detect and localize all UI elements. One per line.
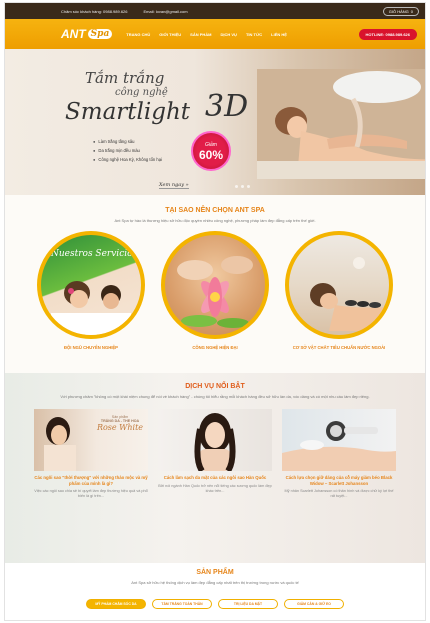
menu: TRANG CHỦ GIỚI THIỆU SẢN PHẨM DỊCH VỤ TI… [126, 32, 287, 37]
cart-label: GIỎ HÀNG [388, 8, 409, 14]
why-item[interactable]: Nuestros Servicios ĐỘI NGŨ CHUYÊN NGHIỆP [34, 231, 148, 350]
banner-feature: Công nghệ Hoa Kỳ, Không tổn hại [93, 155, 162, 164]
service-card-desc: Việc các ngôi sao chia sẻ bí quyết làm đ… [34, 489, 148, 498]
hero-banner[interactable]: Tắm trắng công nghệ Smartlight 3D Làm tr… [5, 49, 425, 195]
banner-line3: Smartlight [65, 99, 191, 125]
products-section: SẢN PHẨM Ant Spa sở hữu hệ thống dịch vụ… [5, 563, 425, 620]
services-subtitle: Với phương châm "không có một khái niệm … [60, 394, 370, 399]
team-image: Nuestros Servicios [37, 231, 145, 339]
why-title: TẠI SAO NÊN CHỌN ANT SPA [165, 207, 265, 214]
products-title: SẢN PHẨM [196, 569, 234, 576]
why-item-label: CÔNG NGHỆ HIỆN ĐẠI [192, 345, 238, 350]
banner-features: Làm trắng tầng sâu Da trắng mịn đều màu … [93, 137, 162, 164]
cart-count: 0 [410, 8, 413, 14]
support-phone: Chăm sóc khách hàng: 0988.989.626 [61, 8, 128, 14]
why-item-label: CƠ SỞ VẬT CHẤT TIÊU CHUẨN NƯỚC NGOÀI [292, 345, 386, 350]
menu-item-about[interactable]: GIỚI THIỆU [159, 32, 181, 37]
slider-dot[interactable] [247, 185, 250, 188]
support-email[interactable]: Email: lovan@gmail.com [144, 9, 188, 14]
menu-item-contact[interactable]: LIÊN HỆ [271, 32, 287, 37]
services-title: DỊCH VỤ NỔI BẬT [185, 383, 245, 390]
banner-line1: Tắm trắng [85, 69, 165, 87]
banner-line4: 3D [205, 89, 249, 124]
facility-image [285, 231, 393, 339]
service-card-image: Sản phẩm TRẮNG DA - THE HOA Rose White [34, 409, 148, 471]
services-section: DỊCH VỤ NỔI BẬT Với phương châm "không c… [5, 373, 425, 563]
service-card-title[interactable]: Cách làm sạch da mặt của các ngôi sao Hà… [158, 475, 272, 481]
spa-woman-image [257, 69, 425, 179]
tab-skincare[interactable]: MỸ PHẨM CHĂM SÓC DA [86, 599, 146, 609]
top-bar: Chăm sóc khách hàng: 0988.989.626 Email:… [5, 3, 425, 19]
technology-image [161, 231, 269, 339]
service-card[interactable]: Cách lựa chọn giữ dáng của cỗ máy giảm b… [282, 409, 396, 499]
logo[interactable]: ANT Spa [61, 27, 113, 41]
main-nav: ANT Spa TRANG CHỦ GIỚI THIỆU SẢN PHẨM DỊ… [5, 19, 425, 49]
logo-text: ANT [61, 27, 86, 41]
why-items: Nuestros Servicios ĐỘI NGŨ CHUYÊN NGHIỆP [5, 231, 425, 350]
banner-cta-link[interactable]: Xem ngay » [159, 182, 189, 189]
products-subtitle: Ant Spa sở hữu hệ thống dịch vụ làm đẹp … [131, 580, 299, 585]
why-subtitle: Ant Spa tự hào là thương hiệu sở hữu độc… [114, 218, 316, 223]
banner-feature: Làm trắng tầng sâu [93, 137, 162, 146]
page-frame: Chăm sóc khách hàng: 0988.989.626 Email:… [4, 2, 426, 621]
why-section: TẠI SAO NÊN CHỌN ANT SPA Ant Spa tự hào … [5, 195, 425, 373]
badge-percent: 60% [198, 148, 224, 162]
slider-dot[interactable] [235, 185, 238, 188]
service-card[interactable]: Cách làm sạch da mặt của các ngôi sao Hà… [158, 409, 272, 499]
service-card-desc: Bởi nói ngành Hàn Quốc trở nên nổi tiếng… [158, 483, 272, 493]
tab-body-whitening[interactable]: TẮM TRẮNG TOÀN THÂN [152, 599, 212, 609]
cart-button[interactable]: GIỎ HÀNG 0 [382, 6, 419, 16]
tab-weight-loss[interactable]: GIẢM CÂN & GIỮ EO [284, 599, 344, 609]
discount-badge: Giảm 60% [191, 131, 231, 171]
service-cards: Sản phẩm TRẮNG DA - THE HOA Rose White C… [5, 409, 425, 499]
service-card-desc: Mỹ nhân Scarlett Johansson có thân hình … [284, 489, 394, 498]
logo-sub: Spa [87, 29, 113, 39]
tab-facial-therapy[interactable]: TRỊ LIỆU DA MẶT [218, 599, 278, 609]
service-card[interactable]: Sản phẩm TRẮNG DA - THE HOA Rose White C… [34, 409, 148, 499]
why-item-label: ĐỘI NGŨ CHUYÊN NGHIỆP [64, 345, 118, 350]
service-card-image [282, 409, 396, 471]
hotline-button[interactable]: HOTLINE: 0988.989.626 [358, 28, 417, 40]
menu-item-services[interactable]: DỊCH VỤ [221, 32, 237, 37]
banner-line2: công nghệ [115, 87, 168, 98]
card-product-name: Rose White [96, 423, 144, 432]
menu-item-news[interactable]: TIN TỨC [246, 32, 262, 37]
menu-item-products[interactable]: SẢN PHẨM [190, 32, 211, 37]
service-card-title[interactable]: Các ngôi sao "thời thượng" với những thả… [34, 475, 148, 486]
product-tabs: MỸ PHẨM CHĂM SÓC DA TẮM TRẮNG TOÀN THÂN … [5, 599, 425, 609]
why-item[interactable]: CÔNG NGHỆ HIỆN ĐẠI [158, 231, 272, 350]
menu-item-home[interactable]: TRANG CHỦ [126, 32, 150, 37]
slider-dots[interactable] [235, 185, 250, 188]
slider-dot[interactable] [241, 185, 244, 188]
why-item[interactable]: CƠ SỞ VẬT CHẤT TIÊU CHUẨN NƯỚC NGOÀI [282, 231, 396, 350]
banner-feature: Da trắng mịn đều màu [93, 146, 162, 155]
service-card-image [158, 409, 272, 471]
service-card-title[interactable]: Cách lựa chọn giữ dáng của cỗ máy giảm b… [282, 475, 396, 486]
